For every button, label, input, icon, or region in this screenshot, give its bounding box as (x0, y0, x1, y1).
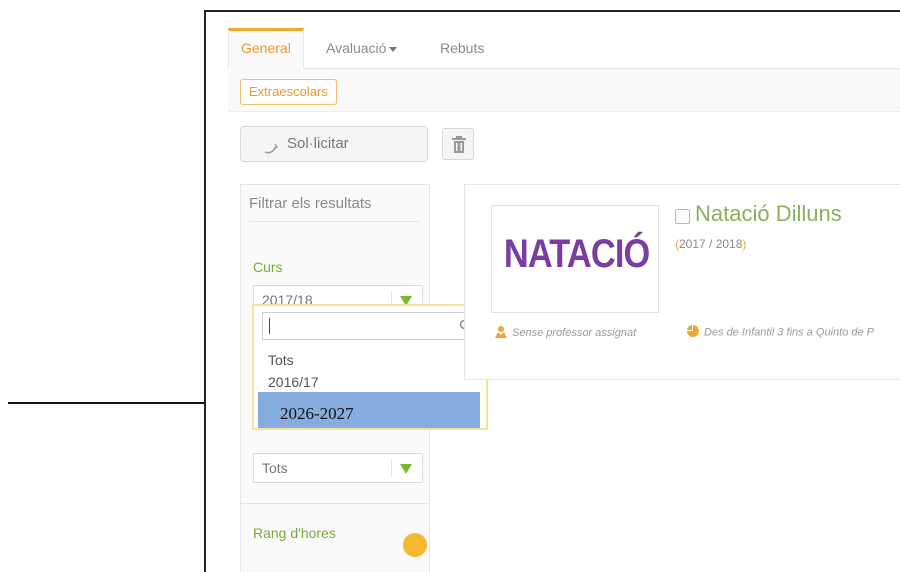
tab-avaluacio-label: Avaluació (326, 40, 387, 56)
teacher-text: Sense professor assignat (512, 326, 637, 339)
dropdown-search-input[interactable] (262, 312, 480, 340)
activity-card: NATACIÓ Natació Dilluns (2017 / 2018) Se… (464, 184, 900, 380)
delete-button[interactable] (442, 128, 474, 160)
activity-year: (2017 / 2018) (675, 237, 746, 251)
select-checkbox[interactable] (675, 209, 690, 224)
second-filter-value: Tots (262, 460, 288, 476)
dropdown-arrow-icon (400, 464, 412, 474)
curs-label: Curs (253, 259, 283, 275)
curs-dropdown-menu: Tots 2016/17 2026-2027 (252, 304, 488, 430)
tab-general[interactable]: General (228, 28, 304, 69)
activity-year-value: 2017 / 2018 (679, 237, 743, 251)
app-window: General Avaluació Rebuts Extraescolars S… (204, 10, 900, 572)
pointer-arrow-line (8, 402, 218, 404)
subtab-bar: Extraescolars (228, 69, 900, 112)
range-info: Des de Infantil 3 fins a Quinto de P (687, 325, 874, 340)
user-icon (495, 325, 507, 341)
tab-rebuts[interactable]: Rebuts (428, 28, 496, 68)
dropdown-option-highlighted[interactable]: 2026-2027 (258, 392, 480, 428)
select-separator (391, 458, 392, 478)
tab-bar: General Avaluació Rebuts (228, 28, 900, 69)
activity-image: NATACIÓ (491, 205, 659, 313)
refresh-icon (263, 135, 279, 169)
range-text: Des de Infantil 3 fins a Quinto de P (704, 326, 874, 339)
tab-general-label: General (241, 40, 291, 56)
activity-title[interactable]: Natació Dilluns (695, 201, 842, 227)
dropdown-option-tots[interactable]: Tots (268, 352, 294, 368)
trash-icon (451, 136, 467, 159)
subtab-extraescolars[interactable]: Extraescolars (240, 79, 337, 105)
filter-divider (249, 221, 419, 222)
tab-rebuts-label: Rebuts (440, 40, 485, 56)
rang-hores-toggle[interactable] (403, 533, 427, 557)
tab-avaluacio[interactable]: Avaluació (314, 28, 409, 68)
rang-hores-label: Rang d'hores (253, 525, 336, 541)
solicitar-label: Sol·licitar (287, 135, 349, 152)
filter-title: Filtrar els resultats (249, 195, 372, 212)
solicitar-button[interactable]: Sol·licitar (240, 126, 428, 162)
teacher-info: Sense professor assignat (495, 325, 636, 341)
pie-chart-icon (687, 325, 699, 340)
second-filter-select[interactable]: Tots (253, 453, 423, 483)
year-close-paren: ) (742, 237, 747, 251)
text-cursor (269, 318, 270, 334)
caret-down-icon (389, 46, 398, 52)
filter-section-divider (241, 503, 429, 504)
activity-image-text: NATACIÓ (503, 232, 650, 276)
dropdown-option-2016-17[interactable]: 2016/17 (268, 374, 319, 390)
